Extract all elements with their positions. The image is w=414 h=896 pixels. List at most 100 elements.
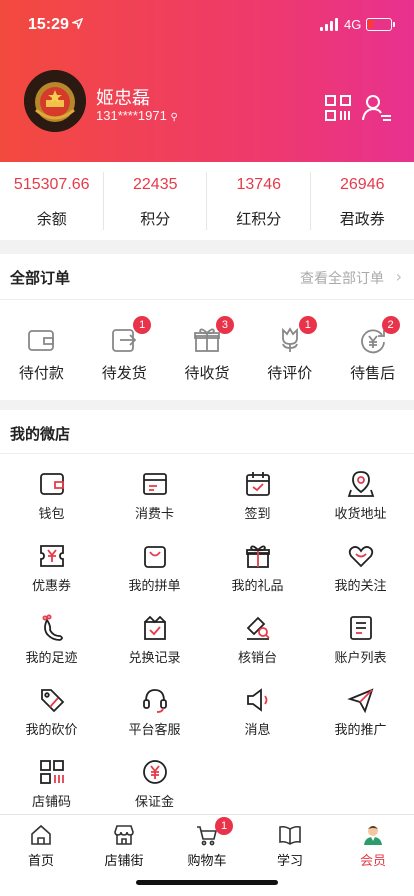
profile-header: 15:29 4G 姬忠磊 131****1971 ⚲ [0, 0, 414, 162]
book-icon [278, 823, 302, 847]
user-settings-button[interactable] [362, 94, 392, 122]
network-type: 4G [344, 17, 362, 32]
orders-header: 全部订单 查看全部订单 › [0, 254, 414, 300]
coupon-icon [38, 542, 66, 570]
menu-messages[interactable]: 消息 [206, 670, 309, 742]
tab-label: 会员 [359, 854, 386, 869]
order-label: 待付款 [18, 364, 64, 382]
user-phone: 131****1971 ⚲ [96, 108, 178, 123]
gift-icon [244, 542, 272, 570]
menu-label: 平台客服 [128, 723, 181, 738]
menu-label: 账户列表 [334, 651, 387, 666]
order-after-sales[interactable]: 2 待售后 [331, 300, 414, 400]
chevron-right-icon[interactable]: › [396, 267, 402, 286]
tab-store-street[interactable]: 店铺街 [83, 815, 165, 871]
order-pending-payment[interactable]: 待付款 [0, 300, 83, 400]
location-arrow-icon [72, 18, 83, 29]
menu-label: 签到 [244, 507, 271, 522]
stat-points[interactable]: 22435 积分 [104, 162, 208, 240]
menu-verification[interactable]: 核销台 [206, 598, 309, 670]
order-pending-shipment[interactable]: 1 待发货 [83, 300, 166, 400]
menu-label: 我的礼品 [231, 579, 284, 594]
menu-promotion[interactable]: 我的推广 [309, 670, 412, 742]
headset-icon [141, 686, 169, 714]
menu-label: 我的砍价 [25, 723, 78, 738]
user-name: 姬忠磊 [96, 88, 150, 109]
order-label: 待收货 [184, 364, 230, 382]
home-indicator [136, 880, 278, 885]
deposit-icon [141, 758, 169, 786]
stat-label: 余额 [36, 210, 67, 228]
orders-title: 全部订单 [10, 269, 71, 287]
gift-box-icon: 3 [192, 316, 234, 354]
verify-icon [244, 614, 272, 642]
menu-label: 消息 [244, 723, 271, 738]
signal-icon [320, 18, 338, 31]
stat-balance[interactable]: 515307.66 余额 [0, 162, 104, 240]
menu-label: 优惠券 [31, 579, 71, 594]
menu-footprints[interactable]: 我的足迹 [0, 598, 103, 670]
view-all-orders-link[interactable]: 查看全部订单 [300, 268, 384, 288]
menu-group-orders[interactable]: 我的拼单 [103, 526, 206, 598]
refund-icon: 2 [358, 316, 400, 354]
menu-wallet[interactable]: 钱包 [0, 454, 103, 526]
order-label: 待售后 [350, 364, 396, 382]
badge-count: 2 [381, 316, 400, 334]
order-pending-review[interactable]: 1 待评价 [248, 300, 331, 400]
menu-consumer-card[interactable]: 消费卡 [103, 454, 206, 526]
status-bar: 15:29 4G [0, 14, 414, 38]
menu-label: 保证金 [134, 795, 174, 810]
menu-account-list[interactable]: 账户列表 [309, 598, 412, 670]
menu-label: 收货地址 [334, 507, 387, 522]
tab-cart[interactable]: 1 购物车 [166, 815, 248, 871]
shop-title: 我的微店 [10, 425, 71, 443]
status-time: 15:29 [28, 16, 69, 33]
tab-member[interactable]: 会员 [332, 815, 414, 871]
stat-value: 13746 [236, 176, 282, 193]
qr-code-button[interactable] [324, 94, 352, 122]
menu-address[interactable]: 收货地址 [309, 454, 412, 526]
speaker-icon [244, 686, 272, 714]
badge-count: 1 [133, 316, 152, 334]
badge-count: 1 [298, 316, 317, 334]
location-icon [347, 470, 375, 498]
menu-deposit[interactable]: 保证金 [103, 742, 206, 814]
stat-value: 22435 [133, 176, 178, 193]
menu-store-code[interactable]: 店铺码 [0, 742, 103, 814]
tab-home[interactable]: 首页 [0, 815, 82, 871]
menu-exchange-records[interactable]: 兑换记录 [103, 598, 206, 670]
menu-coupons[interactable]: 优惠券 [0, 526, 103, 598]
menu-check-in[interactable]: 签到 [206, 454, 309, 526]
tab-learn[interactable]: 学习 [249, 815, 331, 871]
order-pending-receipt[interactable]: 3 待收货 [166, 300, 249, 400]
list-icon [347, 614, 375, 642]
home-icon [29, 823, 53, 847]
tag-icon [38, 686, 66, 714]
calendar-check-icon [244, 470, 272, 498]
store-icon [112, 823, 136, 847]
stat-value: 515307.66 [13, 176, 90, 193]
send-icon [346, 686, 375, 714]
cart-badge: 1 [215, 817, 233, 835]
avatar[interactable] [24, 70, 86, 132]
menu-label: 我的推广 [334, 723, 387, 738]
menu-bargain[interactable]: 我的砍价 [0, 670, 103, 742]
shop-header: 我的微店 [0, 410, 414, 454]
stat-red-points[interactable]: 13746 红积分 [207, 162, 311, 240]
menu-label: 消费卡 [134, 507, 174, 522]
wallet-icon [38, 470, 66, 498]
wallet-icon [26, 326, 56, 354]
menu-customer-service[interactable]: 平台客服 [103, 670, 206, 742]
menu-label: 我的关注 [334, 579, 387, 594]
tab-label: 首页 [27, 854, 54, 869]
menu-gifts[interactable]: 我的礼品 [206, 526, 309, 598]
cart-icon: 1 [195, 817, 233, 847]
stat-vouchers[interactable]: 26946 君政券 [311, 162, 414, 240]
stat-label: 积分 [140, 210, 171, 228]
qr-code-icon [38, 758, 66, 786]
bag-icon [141, 542, 169, 570]
flower-icon: 1 [275, 316, 317, 354]
user-small-icon: ⚲ [170, 112, 178, 123]
menu-following[interactable]: 我的关注 [309, 526, 412, 598]
heart-icon [347, 542, 375, 570]
